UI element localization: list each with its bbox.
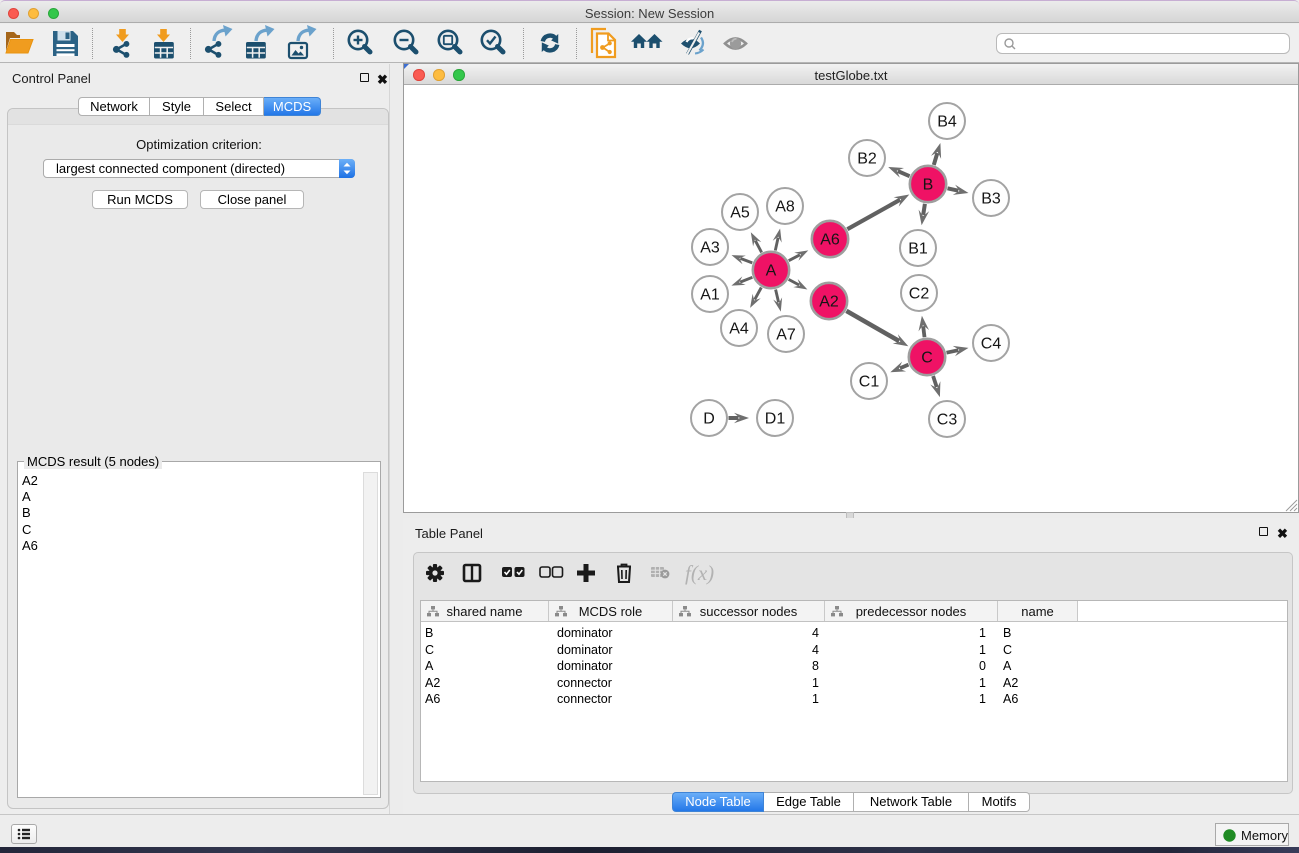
svg-text:D: D (703, 411, 715, 428)
svg-text:B2: B2 (857, 151, 877, 168)
svg-text:A6: A6 (820, 232, 840, 249)
svg-text:C3: C3 (937, 412, 958, 429)
svg-text:B3: B3 (981, 191, 1001, 208)
svg-text:A2: A2 (819, 294, 839, 311)
svg-text:A7: A7 (776, 327, 796, 344)
svg-text:C1: C1 (859, 374, 880, 391)
svg-text:B: B (923, 177, 934, 194)
svg-text:f(x): f(x) (685, 561, 714, 585)
svg-text:A: A (766, 263, 777, 280)
svg-text:C2: C2 (909, 286, 930, 303)
svg-text:A5: A5 (730, 205, 750, 222)
svg-text:B1: B1 (908, 241, 928, 258)
svg-text:A3: A3 (700, 240, 720, 257)
svg-text:A4: A4 (729, 321, 749, 338)
svg-text:C: C (921, 350, 933, 367)
svg-text:A8: A8 (775, 199, 795, 216)
svg-text:A1: A1 (700, 287, 720, 304)
svg-text:B4: B4 (937, 114, 957, 131)
svg-text:D1: D1 (765, 411, 786, 428)
svg-text:C4: C4 (981, 336, 1002, 353)
